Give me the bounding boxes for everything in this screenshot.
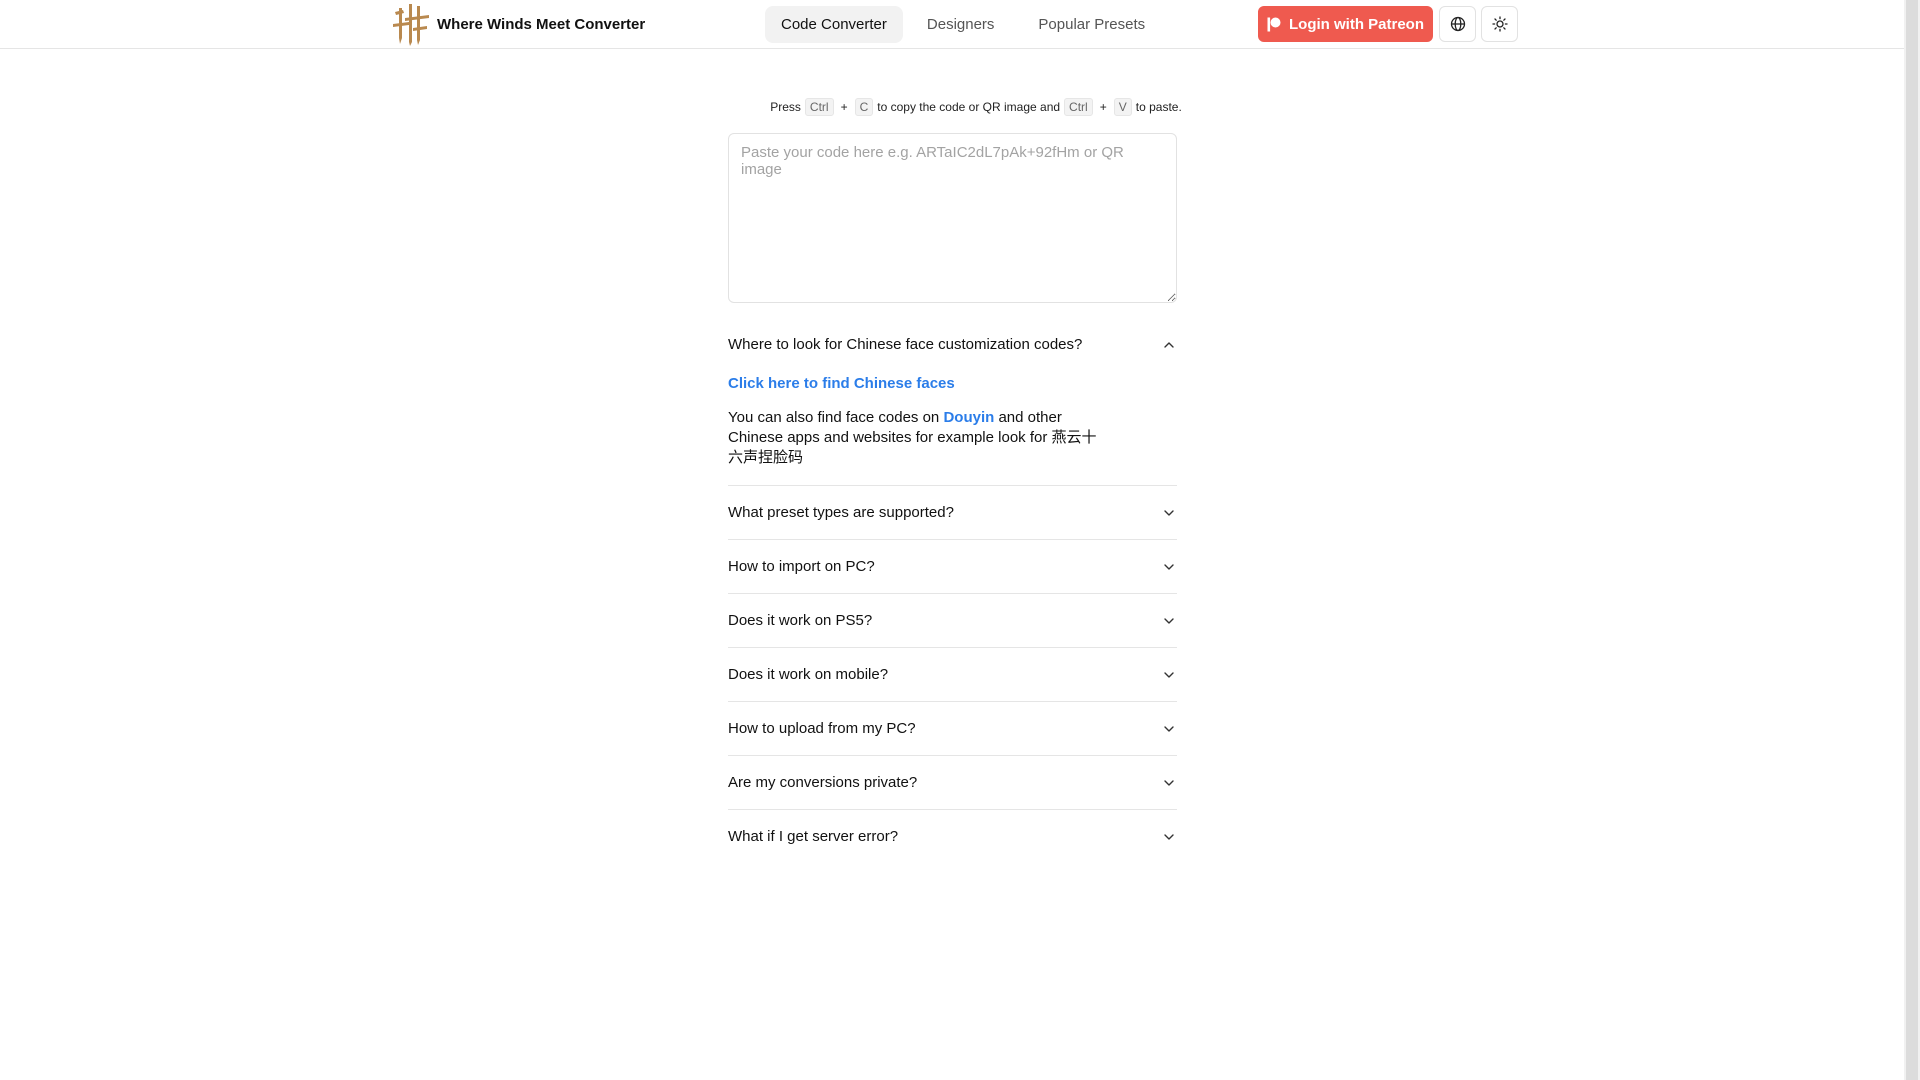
find-chinese-faces-link[interactable]: Click here to find Chinese faces xyxy=(728,375,955,392)
hint-middle: to copy the code or QR image and xyxy=(877,100,1061,114)
faq-question: How to upload from my PC? xyxy=(728,720,916,737)
douyin-link[interactable]: Douyin xyxy=(943,409,994,426)
main-nav: Code Converter Designers Popular Presets xyxy=(765,6,1161,43)
tab-code-converter[interactable]: Code Converter xyxy=(765,6,903,43)
faq-answer-text: You can also find face codes on Douyin a… xyxy=(728,408,1108,468)
faq-question-toggle[interactable]: Where to look for Chinese face customiza… xyxy=(728,318,1177,371)
patreon-icon xyxy=(1267,17,1281,31)
tab-popular-presets[interactable]: Popular Presets xyxy=(1022,6,1161,43)
hint-press: Press xyxy=(770,100,801,114)
hint-plus: + xyxy=(840,100,848,114)
chevron-down-icon xyxy=(1164,509,1174,516)
faq-question-toggle[interactable]: Does it work on mobile? xyxy=(728,648,1177,701)
faq-question-toggle[interactable]: Are my conversions private? xyxy=(728,756,1177,809)
globe-icon xyxy=(1450,16,1465,32)
faq-question: How to import on PC? xyxy=(728,558,875,575)
brand[interactable]: Where Winds Meet Converter xyxy=(389,2,645,46)
chevron-down-icon xyxy=(1164,833,1174,840)
paste-hint: Press Ctrl + C to copy the code or QR im… xyxy=(728,97,1224,117)
faq-item-chinese-codes: Where to look for Chinese face customiza… xyxy=(728,318,1177,486)
chevron-down-icon xyxy=(1164,671,1174,678)
chevron-up-icon xyxy=(1164,341,1174,348)
faq-question-toggle[interactable]: How to import on PC? xyxy=(728,540,1177,593)
kbd-c: C xyxy=(854,98,874,116)
faq-question-toggle[interactable]: How to upload from my PC? xyxy=(728,702,1177,755)
hint-plus-2: + xyxy=(1099,100,1107,114)
faq-item: How to import on PC? xyxy=(728,540,1177,594)
tab-designers[interactable]: Designers xyxy=(911,6,1011,43)
faq-accordion: Where to look for Chinese face customiza… xyxy=(728,318,1177,863)
language-button[interactable] xyxy=(1439,6,1476,42)
theme-toggle-button[interactable] xyxy=(1481,6,1518,42)
faq-item: What preset types are supported? xyxy=(728,486,1177,540)
brand-logo-icon xyxy=(393,4,429,46)
faq-question-toggle[interactable]: What if I get server error? xyxy=(728,810,1177,863)
faq-question: Where to look for Chinese face customiza… xyxy=(728,336,1083,353)
faq-question-toggle[interactable]: What preset types are supported? xyxy=(728,486,1177,539)
top-header: Where Winds Meet Converter Code Converte… xyxy=(0,0,1904,49)
faq-answer: Click here to find Chinese faces You can… xyxy=(728,371,1177,485)
faq-question: Does it work on PS5? xyxy=(728,612,873,629)
faq-text-before: You can also find face codes on xyxy=(728,409,940,426)
kbd-v: V xyxy=(1113,98,1132,116)
faq-question-toggle[interactable]: Does it work on PS5? xyxy=(728,594,1177,647)
kbd-ctrl: Ctrl xyxy=(804,98,834,116)
chevron-down-icon xyxy=(1164,617,1174,624)
faq-item: Are my conversions private? xyxy=(728,756,1177,810)
kbd-ctrl-2: Ctrl xyxy=(1064,98,1093,116)
brand-name: Where Winds Meet Converter xyxy=(437,15,646,33)
hint-end: to paste. xyxy=(1135,100,1182,114)
chevron-down-icon xyxy=(1164,779,1174,786)
page-scrollbar-thumb[interactable] xyxy=(1906,0,1918,1080)
chevron-down-icon xyxy=(1164,725,1174,732)
faq-item: How to upload from my PC? xyxy=(728,702,1177,756)
chevron-down-icon xyxy=(1164,563,1174,570)
code-input[interactable] xyxy=(728,133,1177,303)
faq-item: Does it work on PS5? xyxy=(728,594,1177,648)
sun-icon xyxy=(1491,16,1508,32)
faq-question: What preset types are supported? xyxy=(728,504,954,521)
faq-question: Does it work on mobile? xyxy=(728,666,889,683)
faq-item: Does it work on mobile? xyxy=(728,648,1177,702)
login-patreon-label: Login with Patreon xyxy=(1289,15,1424,33)
faq-question: What if I get server error? xyxy=(728,828,899,845)
faq-item: What if I get server error? xyxy=(728,810,1177,863)
faq-question: Are my conversions private? xyxy=(728,774,918,791)
login-patreon-button[interactable]: Login with Patreon xyxy=(1258,6,1433,42)
